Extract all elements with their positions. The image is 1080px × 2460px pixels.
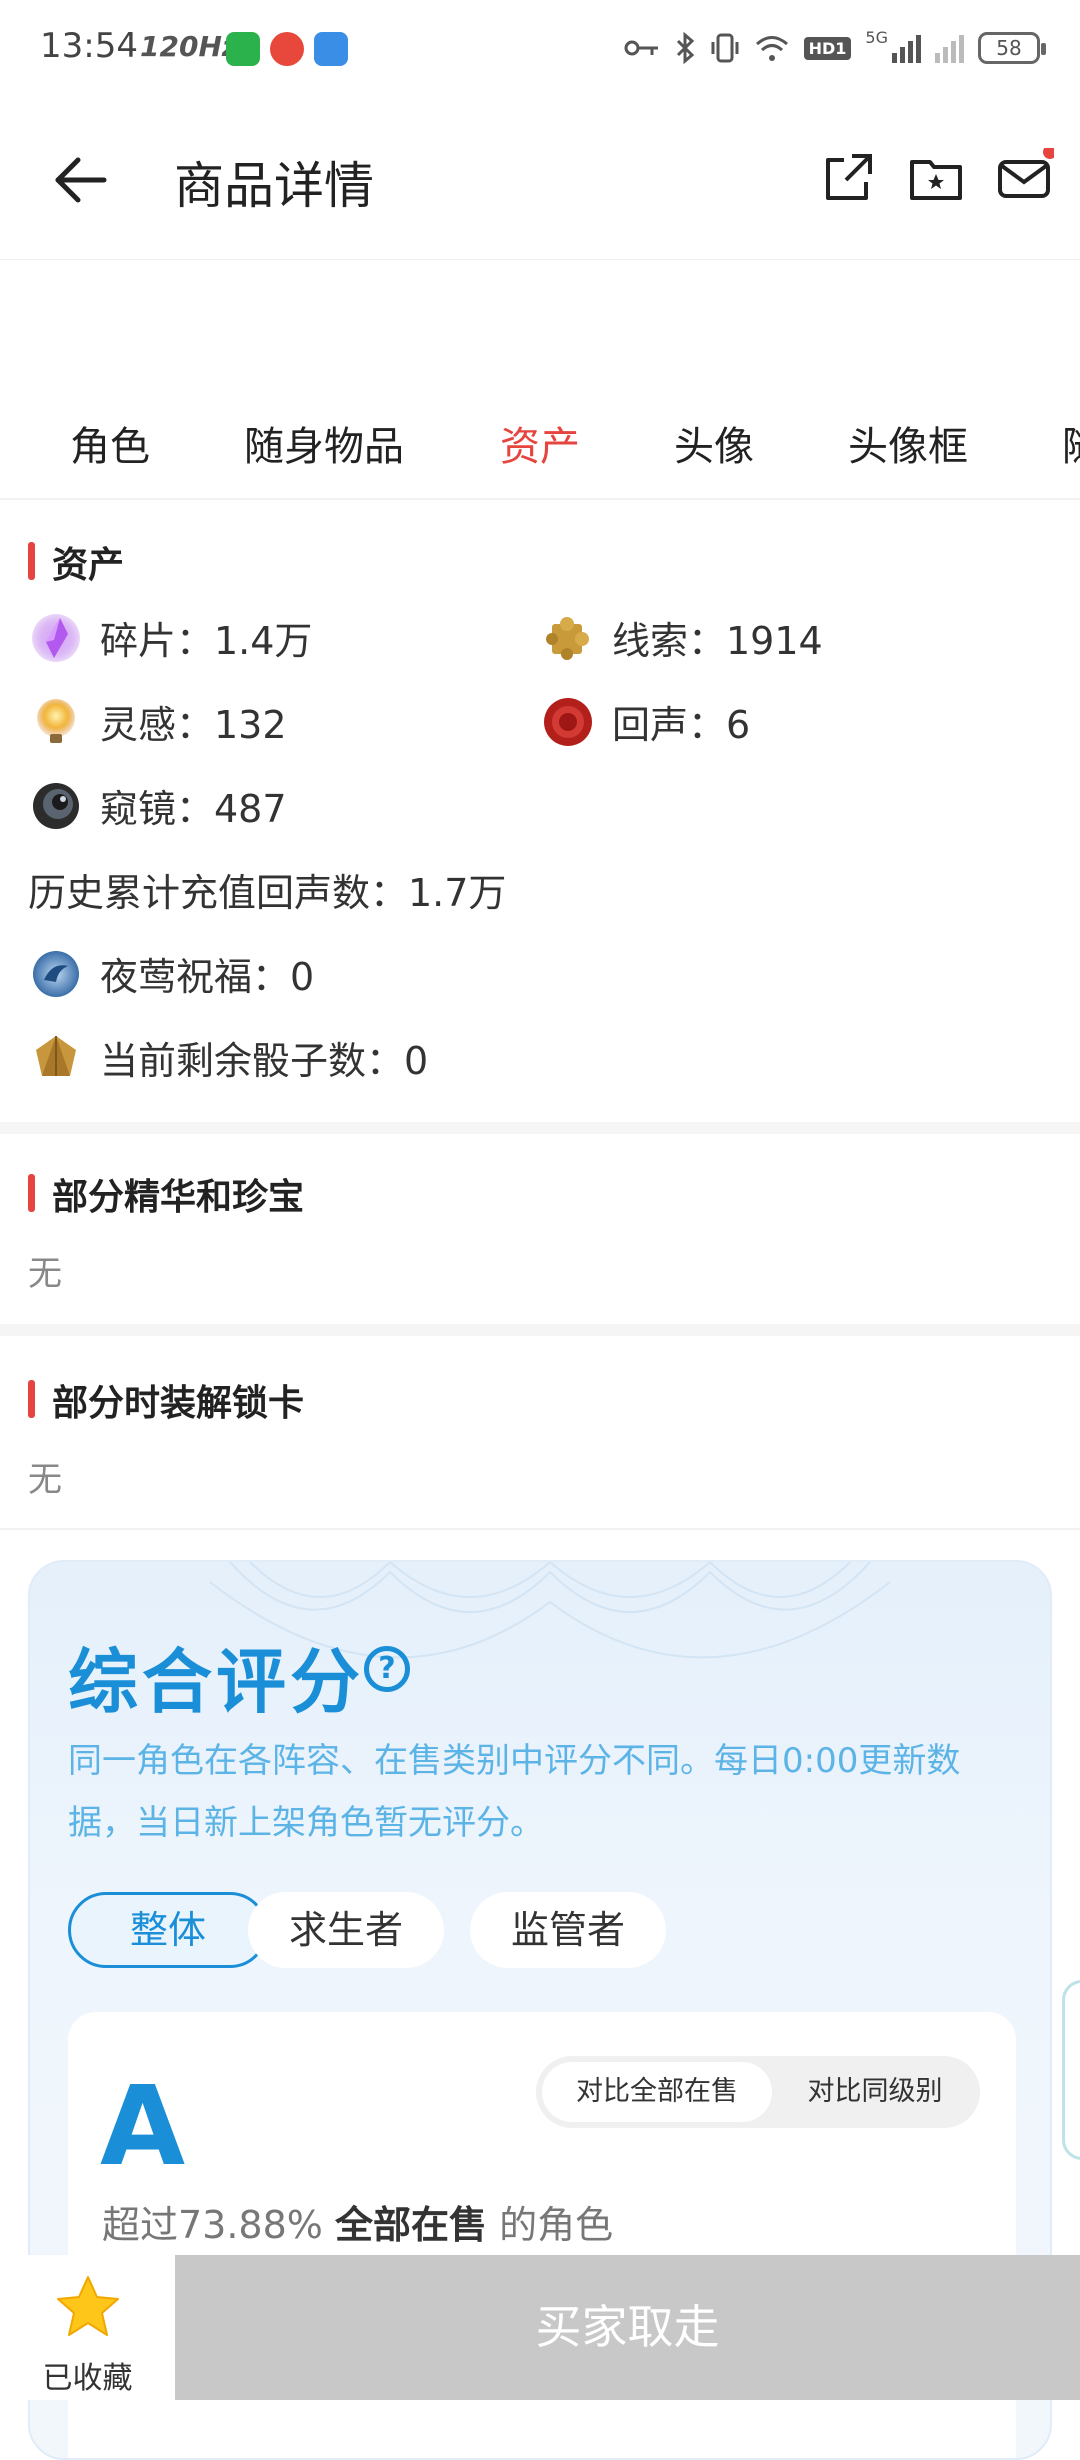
alarm-app-icon: [270, 32, 304, 66]
asset-lens-label: 窥镜：487: [100, 787, 287, 831]
favorite-button[interactable]: 已收藏: [0, 2255, 175, 2400]
costume-value: 无: [28, 1460, 62, 1500]
asset-fragment: 碎片：1.4万: [30, 610, 312, 665]
costume-section-title: 部分时装解锁卡: [28, 1374, 304, 1426]
inspiration-icon: [37, 698, 75, 743]
tab-assets[interactable]: 资产: [500, 414, 580, 472]
page-title: 商品详情: [174, 157, 374, 215]
status-bar: 13:54 120Hz HD1 5G 58: [0, 0, 1080, 100]
mail-icon[interactable]: [994, 148, 1054, 208]
battery-indicator: 58: [978, 32, 1046, 64]
asset-echo-label: 回声：6: [612, 703, 751, 747]
category-tabs: 角色 随身物品 资产 头像 头像框 随: [0, 400, 1080, 500]
filter-hunter[interactable]: 监管者: [470, 1892, 666, 1968]
lens-icon: [33, 782, 79, 829]
app-notification-icon: [314, 32, 348, 66]
tab-more[interactable]: 随: [1062, 414, 1080, 472]
tab-carry-items[interactable]: 随身物品: [244, 414, 404, 472]
vibrate-icon: [711, 33, 739, 63]
asset-clue-label: 线索：1914: [612, 619, 823, 663]
assets-section-title: 资产: [28, 536, 124, 588]
header: 商品详情: [0, 100, 1080, 260]
hd-badge: HD1: [803, 36, 852, 60]
score-description: 同一角色在各阵容、在售类别中评分不同。每日0:00更新数据，当日新上架角色暂无评…: [68, 1741, 961, 1843]
compare-toggle: 对比全部在售 对比同级别: [536, 2056, 980, 2128]
help-icon[interactable]: ?: [364, 1646, 410, 1692]
asset-echo: 回声：6: [542, 694, 750, 749]
score-title: 综合评分: [68, 1641, 364, 1723]
favorite-label: 已收藏: [42, 2361, 133, 2396]
filter-overall[interactable]: 整体: [68, 1892, 268, 1968]
floating-side-tab[interactable]: [1062, 1980, 1080, 2160]
essence-value: 无: [28, 1254, 62, 1294]
wifi-icon: [755, 36, 788, 61]
refresh-rate: 120Hz: [140, 30, 239, 63]
tab-avatar-frame[interactable]: 头像框: [848, 414, 968, 472]
nightingale-label: 夜莺祝福：0: [100, 955, 315, 999]
tab-avatar[interactable]: 头像: [674, 414, 754, 472]
signal-2-icon: [935, 33, 964, 63]
buyer-taken-button[interactable]: 买家取走: [175, 2255, 1080, 2400]
filter-survivor[interactable]: 求生者: [248, 1892, 444, 1968]
dice-label: 当前剩余骰子数：0: [100, 1039, 429, 1083]
asset-lens: 窥镜：487: [30, 778, 287, 833]
essence-section-title: 部分精华和珍宝: [28, 1168, 304, 1220]
status-right: HD1 5G 58: [624, 28, 1046, 68]
asset-nightingale: 夜莺祝福：0: [30, 946, 314, 1001]
asset-dice: 当前剩余骰子数：0: [30, 1030, 428, 1085]
bottom-action-bar: 已收藏 买家取走: [0, 2255, 1080, 2400]
dice-icon: [36, 1035, 76, 1076]
tab-role[interactable]: 角色: [70, 414, 150, 472]
bluetooth-icon: [676, 32, 694, 64]
exceed-suffix: 的角色: [499, 2203, 614, 2247]
section-divider: [0, 1324, 1080, 1336]
asset-clue: 线索：1914: [542, 610, 823, 665]
clue-icon: [546, 616, 589, 660]
asset-fragment-label: 碎片：1.4万: [100, 619, 313, 663]
back-arrow-icon[interactable]: [50, 150, 110, 210]
section-divider: [0, 1528, 1080, 1530]
signal-icon: [892, 33, 921, 63]
folder-icon[interactable]: [906, 148, 966, 208]
compare-same-level-option[interactable]: 对比同级别: [776, 2062, 974, 2122]
unread-dot: [1043, 148, 1054, 159]
asset-inspiration-label: 灵感：132: [100, 703, 287, 747]
exceed-bold: 全部在售: [335, 2203, 488, 2247]
network-type: 5G: [865, 28, 888, 47]
star-icon: [57, 2276, 119, 2336]
status-time: 13:54: [40, 26, 138, 66]
grade-letter: A: [100, 2062, 186, 2190]
nightingale-blessing-icon: [33, 950, 79, 997]
exceed-prefix: 超过73.88%: [102, 2203, 323, 2247]
section-divider: [0, 1122, 1080, 1134]
share-icon[interactable]: [818, 148, 878, 208]
key-icon: [624, 40, 658, 56]
history-recharge: 历史累计充值回声数：1.7万: [28, 862, 506, 917]
echo-icon: [544, 697, 592, 746]
exceed-text: 超过73.88% 全部在售 的角色: [102, 2194, 613, 2249]
fragment-icon: [32, 613, 80, 662]
history-recharge-label: 历史累计充值回声数：1.7万: [28, 871, 507, 915]
wechat-icon: [226, 32, 260, 66]
compare-all-option[interactable]: 对比全部在售: [542, 2062, 772, 2122]
asset-inspiration: 灵感：132: [30, 694, 287, 749]
